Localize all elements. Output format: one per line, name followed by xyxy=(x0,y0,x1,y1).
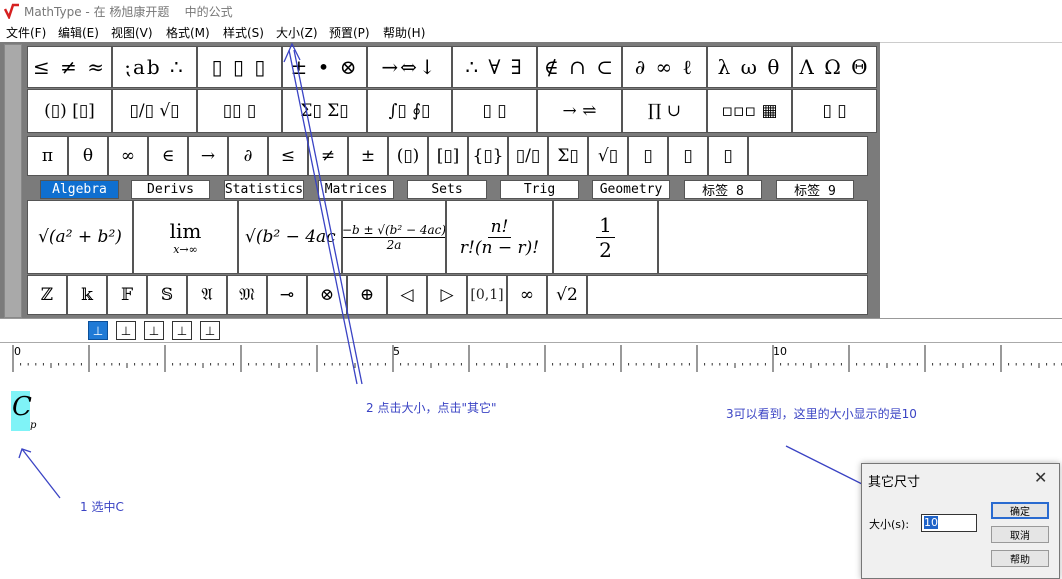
cancel-button[interactable]: 取消 xyxy=(991,526,1049,543)
help-button[interactable]: 帮助 xyxy=(991,550,1049,567)
close-icon[interactable]: ✕ xyxy=(1034,468,1047,487)
annotation-step3: 3可以看到，这里的大小显示的是10 xyxy=(726,407,917,421)
annotation-step1: 1 选中C xyxy=(80,500,124,514)
annotation-step2: 2 点击大小，点击"其它" xyxy=(366,401,497,415)
ok-button[interactable]: 确定 xyxy=(991,502,1049,519)
size-label: 大小(s): xyxy=(869,518,910,531)
size-input[interactable]: 10 xyxy=(921,514,977,532)
dialog-title: 其它尺寸 xyxy=(868,475,921,490)
size-value: 10 xyxy=(924,516,938,529)
